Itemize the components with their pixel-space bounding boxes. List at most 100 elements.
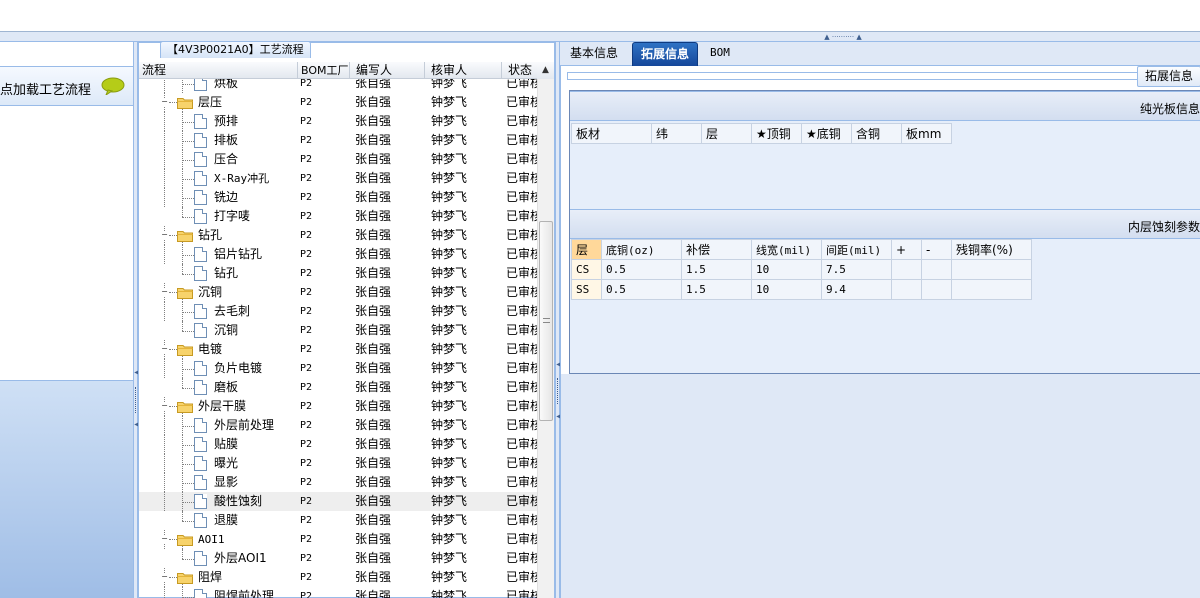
col-header-writer[interactable]: 编写人: [350, 62, 425, 79]
tree-connector: [164, 473, 165, 492]
checker-cell: 钟梦飞: [431, 418, 468, 432]
left-panel-header[interactable]: 点加载工艺流程: [0, 66, 133, 106]
inner-etch-cell[interactable]: 1.5: [681, 259, 752, 280]
inner-etch-cell[interactable]: 0.5: [601, 259, 682, 280]
tree-row[interactable]: 贴膜 P2 张自强 钟梦飞 已审核: [139, 435, 537, 454]
tree-connector: [182, 141, 194, 142]
tree-connector: [182, 559, 194, 560]
writer-cell: 张自强: [355, 133, 392, 147]
tree-row[interactable]: 外层前处理 P2 张自强 钟梦飞 已审核: [139, 416, 537, 435]
tree-row[interactable]: 酸性蚀刻 P2 张自强 钟梦飞 已审核: [139, 492, 537, 511]
tree-row[interactable]: 显影 P2 张自强 钟梦飞 已审核: [139, 473, 537, 492]
tree-connector: [164, 454, 165, 473]
tree-folder-row[interactable]: − 沉铜 P2 张自强 钟梦飞 已审核: [139, 283, 537, 302]
col-header-checker[interactable]: 核审人: [425, 62, 502, 79]
document-icon: [194, 114, 207, 129]
inner-etch-cell[interactable]: [891, 259, 922, 280]
tree-folder-row[interactable]: − AOI1 P2 张自强 钟梦飞 已审核: [139, 530, 537, 549]
extended-info-area: 纯光板信息 板材 纬 层 ★顶铜 ★底铜 含铜 板mm 内层蚀刻参数 层 底铜(…: [569, 90, 1200, 374]
tab-basic-info[interactable]: 基本信息: [562, 42, 626, 66]
tree-connector: [169, 235, 177, 236]
tree-folder-row[interactable]: − 阻焊 P2 张自强 钟梦飞 已审核: [139, 568, 537, 587]
inner-etch-cell[interactable]: 1.5: [681, 279, 752, 300]
inner-etch-cell[interactable]: 9.4: [821, 279, 892, 300]
collapse-top-handle[interactable]: ▲ ·········· ▲: [810, 34, 876, 41]
inner-etch-cell[interactable]: 10: [751, 279, 822, 300]
tree-node-label: 去毛刺: [214, 304, 251, 318]
checker-cell: 钟梦飞: [431, 475, 468, 489]
tab-bom[interactable]: BOM: [702, 42, 738, 66]
tree-row[interactable]: 排板 P2 张自强 钟梦飞 已审核: [139, 131, 537, 150]
inner-etch-section-body: 层 底铜(oz) 补偿 线宽(mil) 间距(mil) + - 残铜率(%) C…: [570, 239, 1200, 345]
tree-connector: [182, 426, 194, 427]
sort-asc-icon[interactable]: ▲: [537, 62, 554, 79]
tree-connector: [182, 84, 194, 85]
collapse-node-icon[interactable]: −: [160, 231, 169, 240]
tree-connector: [164, 150, 165, 169]
col-header-bom[interactable]: BOM工厂: [298, 62, 350, 79]
collapse-node-icon[interactable]: −: [160, 345, 169, 354]
writer-cell: 张自强: [355, 570, 392, 584]
tree-row[interactable]: 负片电镀 P2 张自强 钟梦飞 已审核: [139, 359, 537, 378]
tree-node-label: 烘板: [214, 79, 239, 90]
tree-row[interactable]: X-Ray冲孔 P2 张自强 钟梦飞 已审核: [139, 169, 537, 188]
inner-etch-cell[interactable]: 10: [751, 259, 822, 280]
inner-etch-cell[interactable]: SS: [571, 279, 602, 300]
inner-etch-cell[interactable]: CS: [571, 259, 602, 280]
tree-row[interactable]: 退膜 P2 张自强 钟梦飞 已审核: [139, 511, 537, 530]
writer-cell: 张自强: [355, 494, 392, 508]
tree-connector: [182, 198, 194, 199]
status-cell: 已审核: [506, 437, 537, 451]
inner-etch-cell[interactable]: [951, 259, 1032, 280]
speech-bubble-icon[interactable]: [101, 77, 125, 95]
tree-row[interactable]: 沉铜 P2 张自强 钟梦飞 已审核: [139, 321, 537, 340]
document-icon: [194, 266, 207, 281]
tree-folder-row[interactable]: − 外层干膜 P2 张自强 钟梦飞 已审核: [139, 397, 537, 416]
inner-etch-cell[interactable]: 7.5: [821, 259, 892, 280]
col-header-process[interactable]: 流程: [139, 62, 298, 79]
tree-row[interactable]: 预排 P2 张自强 钟梦飞 已审核: [139, 112, 537, 131]
tree-row[interactable]: 钻孔 P2 张自强 钟梦飞 已审核: [139, 264, 537, 283]
collapse-node-icon[interactable]: −: [160, 98, 169, 107]
folder-icon: [177, 345, 193, 356]
inner-etch-cell[interactable]: [891, 279, 922, 300]
tree-row[interactable]: 阻焊前处理 P2 张自强 钟梦飞 已审核: [139, 587, 537, 598]
tree-row[interactable]: 压合 P2 张自强 钟梦飞 已审核: [139, 150, 537, 169]
status-cell: 已审核: [506, 361, 537, 375]
tree-row[interactable]: 铣边 P2 张自强 钟梦飞 已审核: [139, 188, 537, 207]
tree-row[interactable]: 磨板 P2 张自强 钟梦飞 已审核: [139, 378, 537, 397]
tree-folder-row[interactable]: − 电镀 P2 张自强 钟梦飞 已审核: [139, 340, 537, 359]
tree-folder-row[interactable]: − 层压 P2 张自强 钟梦飞 已审核: [139, 93, 537, 112]
writer-cell: 张自强: [355, 152, 392, 166]
tree-row[interactable]: 去毛刺 P2 张自强 钟梦飞 已审核: [139, 302, 537, 321]
bare-board-section-header: 纯光板信息: [570, 91, 1200, 121]
tree-folder-row[interactable]: − 钻孔 P2 张自强 钟梦飞 已审核: [139, 226, 537, 245]
collapse-node-icon[interactable]: −: [160, 402, 169, 411]
tree-row[interactable]: 曝光 P2 张自强 钟梦飞 已审核: [139, 454, 537, 473]
bom-cell: P2: [300, 477, 313, 488]
inner-etch-cell[interactable]: [921, 259, 952, 280]
bom-cell: P2: [300, 382, 313, 393]
checker-cell: 钟梦飞: [431, 304, 468, 318]
tab-extended-info[interactable]: 拓展信息: [632, 42, 699, 66]
load-process-text[interactable]: 点加载工艺流程: [0, 79, 91, 98]
inner-etch-cell[interactable]: 0.5: [601, 279, 682, 300]
scrollbar-thumb[interactable]: [539, 221, 553, 421]
col-header-status[interactable]: 状态: [502, 62, 537, 79]
tree-row[interactable]: 铝片钻孔 P2 张自强 钟梦飞 已审核: [139, 245, 537, 264]
tree-node-label: 曝光: [214, 456, 239, 470]
extended-info-button[interactable]: 拓展信息: [1137, 66, 1200, 87]
grid-vertical-scrollbar[interactable]: [537, 79, 554, 598]
collapse-node-icon[interactable]: −: [160, 288, 169, 297]
tree-row[interactable]: 外层AOI1 P2 张自强 钟梦飞 已审核: [139, 549, 537, 568]
inner-etch-cell[interactable]: [951, 279, 1032, 300]
tree-node-label: 铣边: [214, 190, 239, 204]
tree-row[interactable]: 打字唛 P2 张自强 钟梦飞 已审核: [139, 207, 537, 226]
bom-cell: P2: [300, 154, 313, 165]
inner-etch-cell[interactable]: [921, 279, 952, 300]
document-icon: [194, 589, 207, 598]
collapse-node-icon[interactable]: −: [160, 535, 169, 544]
tree-connector: [182, 79, 183, 93]
tree-row[interactable]: 烘板 P2 张自强 钟梦飞 已审核: [139, 79, 537, 93]
collapse-node-icon[interactable]: −: [160, 573, 169, 582]
